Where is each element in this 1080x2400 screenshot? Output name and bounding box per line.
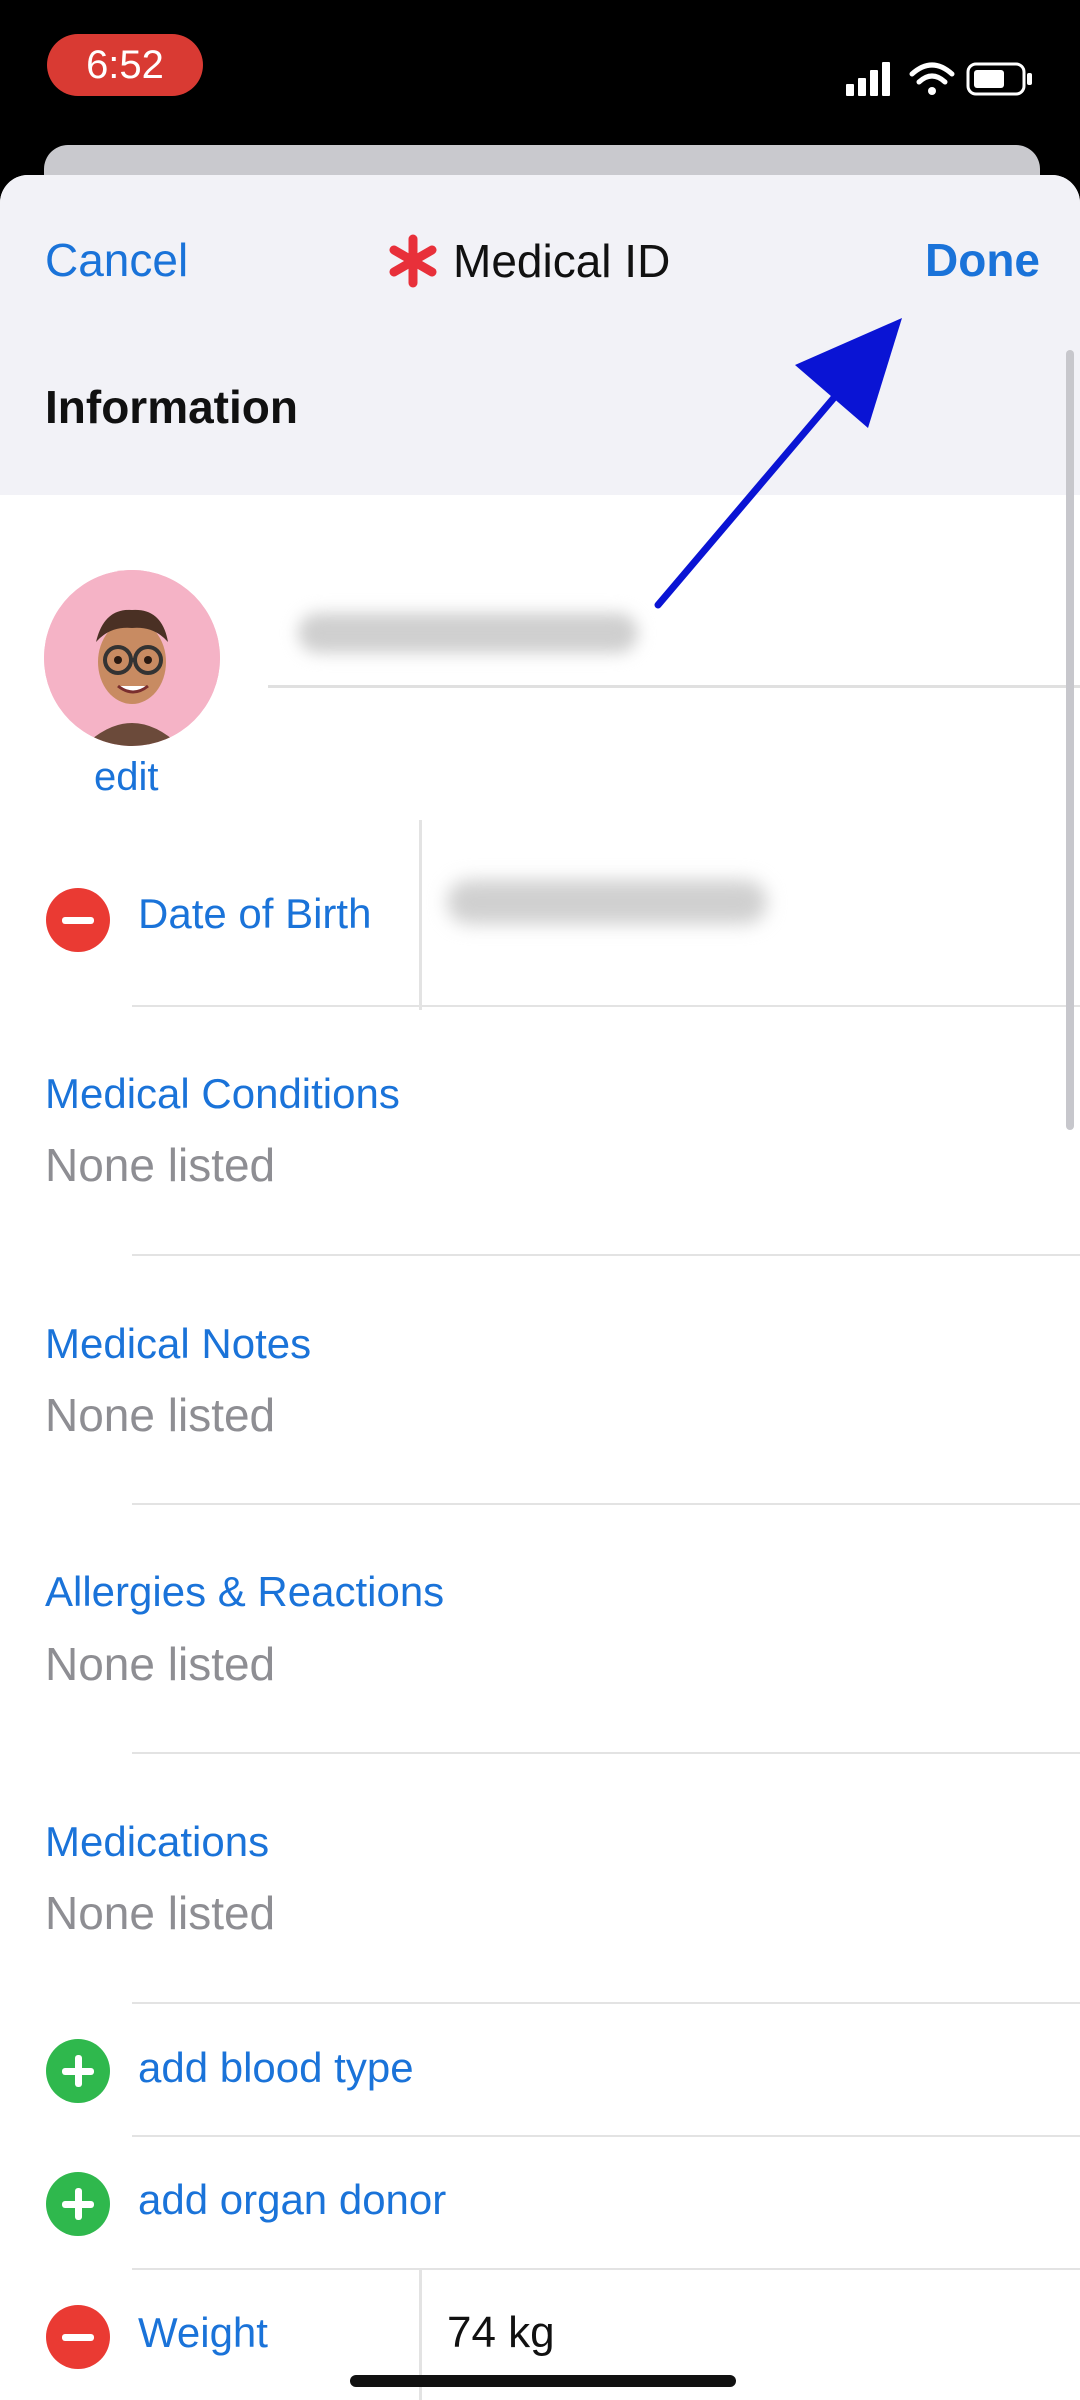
- divider: [132, 2268, 1080, 2270]
- dob-label[interactable]: Date of Birth: [138, 890, 371, 938]
- weight-label[interactable]: Weight: [138, 2309, 268, 2357]
- battery-icon: [966, 62, 1032, 96]
- edit-photo-link[interactable]: edit: [94, 755, 159, 800]
- medications-title[interactable]: Medications: [45, 1818, 269, 1866]
- section-title: Information: [45, 381, 298, 433]
- allergies-value[interactable]: None listed: [45, 1637, 275, 1691]
- medical-id-sheet: Cancel Medical ID Done Information edit …: [0, 175, 1080, 2400]
- redacted-name: [298, 613, 638, 653]
- wifi-icon: [909, 62, 955, 95]
- redacted-dob-value[interactable]: [447, 880, 767, 924]
- divider: [132, 1503, 1080, 1505]
- add-blood-type-button[interactable]: add blood type: [138, 2044, 414, 2092]
- divider: [132, 2002, 1080, 2004]
- page-title: Medical ID: [453, 235, 671, 287]
- medical-asterisk-icon: [389, 234, 437, 288]
- cellular-signal-icon: [846, 62, 890, 96]
- row-divider-vertical: [419, 820, 422, 1010]
- status-bar: 6:52: [0, 0, 1080, 145]
- cancel-button[interactable]: Cancel: [45, 233, 188, 287]
- add-blood-type-icon[interactable]: [46, 2039, 110, 2103]
- nav-title: Medical ID: [385, 233, 670, 289]
- name-field[interactable]: [268, 595, 1080, 688]
- home-indicator[interactable]: [350, 2375, 736, 2387]
- divider: [132, 1254, 1080, 1256]
- medical-conditions-value[interactable]: None listed: [45, 1138, 275, 1192]
- divider: [132, 2135, 1080, 2137]
- status-time: 6:52: [47, 34, 203, 96]
- medical-notes-value[interactable]: None listed: [45, 1388, 275, 1442]
- medical-notes-title[interactable]: Medical Notes: [45, 1320, 311, 1368]
- memoji-avatar-icon: [44, 570, 220, 746]
- weight-value[interactable]: 74 kg: [447, 2308, 555, 2358]
- divider: [132, 1752, 1080, 1754]
- remove-dob-icon[interactable]: [46, 888, 110, 952]
- section-header: Information: [0, 335, 1080, 495]
- nav-bar: Cancel Medical ID Done: [0, 175, 1080, 335]
- avatar[interactable]: [44, 570, 220, 746]
- scroll-indicator[interactable]: [1066, 350, 1074, 1130]
- medications-value[interactable]: None listed: [45, 1886, 275, 1940]
- add-organ-donor-button[interactable]: add organ donor: [138, 2176, 446, 2224]
- remove-weight-icon[interactable]: [46, 2305, 110, 2369]
- status-icons: [846, 62, 1032, 96]
- divider: [132, 1005, 1080, 1007]
- allergies-title[interactable]: Allergies & Reactions: [45, 1568, 444, 1616]
- add-organ-donor-icon[interactable]: [46, 2172, 110, 2236]
- medical-conditions-title[interactable]: Medical Conditions: [45, 1070, 400, 1118]
- done-button[interactable]: Done: [925, 233, 1040, 287]
